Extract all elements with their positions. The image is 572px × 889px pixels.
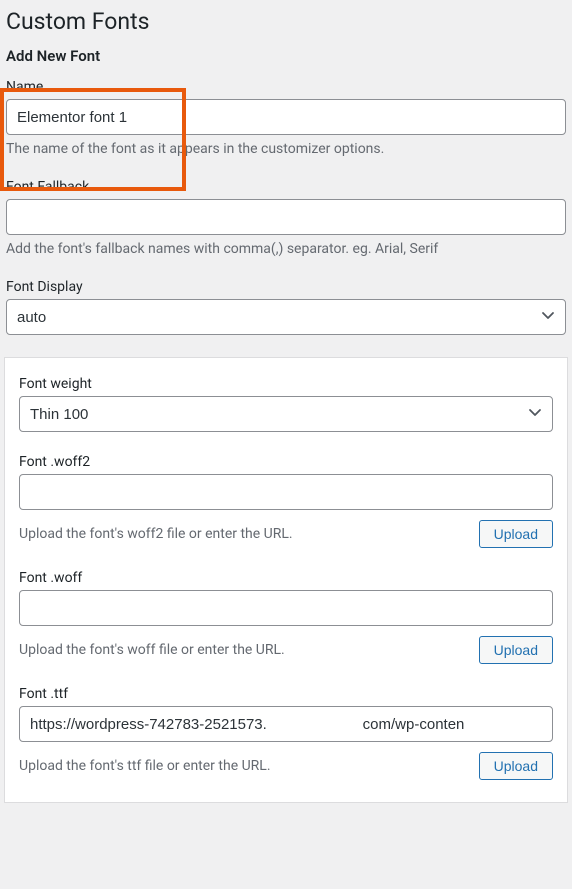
ttf-upload-button[interactable]: Upload	[479, 752, 553, 780]
woff-help: Upload the font's woff file or enter the…	[19, 642, 469, 658]
woff2-input[interactable]	[19, 474, 553, 510]
woff-label: Font .woff	[19, 570, 553, 586]
woff2-field-group: Font .woff2 Upload the font's woff2 file…	[19, 454, 553, 570]
display-select[interactable]: auto	[6, 299, 566, 335]
ttf-label: Font .ttf	[19, 686, 553, 702]
fallback-input[interactable]	[6, 199, 566, 235]
font-files-panel: Font weight Thin 100 Font .woff2 Upload …	[4, 357, 568, 803]
fallback-help: Add the font's fallback names with comma…	[6, 241, 566, 257]
name-help: The name of the font as it appears in th…	[6, 141, 566, 157]
woff2-help: Upload the font's woff2 file or enter th…	[19, 526, 469, 542]
display-field-group: Font Display auto	[0, 279, 572, 357]
page-title: Custom Fonts	[0, 0, 572, 47]
name-input[interactable]	[6, 99, 566, 135]
display-label: Font Display	[6, 279, 566, 295]
woff-field-group: Font .woff Upload the font's woff file o…	[19, 570, 553, 686]
fallback-label: Font Fallback	[6, 179, 566, 195]
fallback-field-group: Font Fallback Add the font's fallback na…	[0, 179, 572, 279]
woff2-label: Font .woff2	[19, 454, 553, 470]
woff-input[interactable]	[19, 590, 553, 626]
name-field-group: Name The name of the font as it appears …	[0, 79, 572, 179]
ttf-input[interactable]	[19, 706, 553, 742]
ttf-help: Upload the font's ttf file or enter the …	[19, 758, 469, 774]
ttf-field-group: Font .ttf Upload the font's ttf file or …	[19, 686, 553, 802]
weight-label: Font weight	[19, 376, 553, 392]
weight-field-group: Font weight Thin 100	[19, 376, 553, 454]
woff2-upload-button[interactable]: Upload	[479, 520, 553, 548]
section-heading: Add New Font	[0, 47, 572, 79]
woff-upload-button[interactable]: Upload	[479, 636, 553, 664]
name-label: Name	[6, 79, 566, 95]
weight-select[interactable]: Thin 100	[19, 396, 553, 432]
